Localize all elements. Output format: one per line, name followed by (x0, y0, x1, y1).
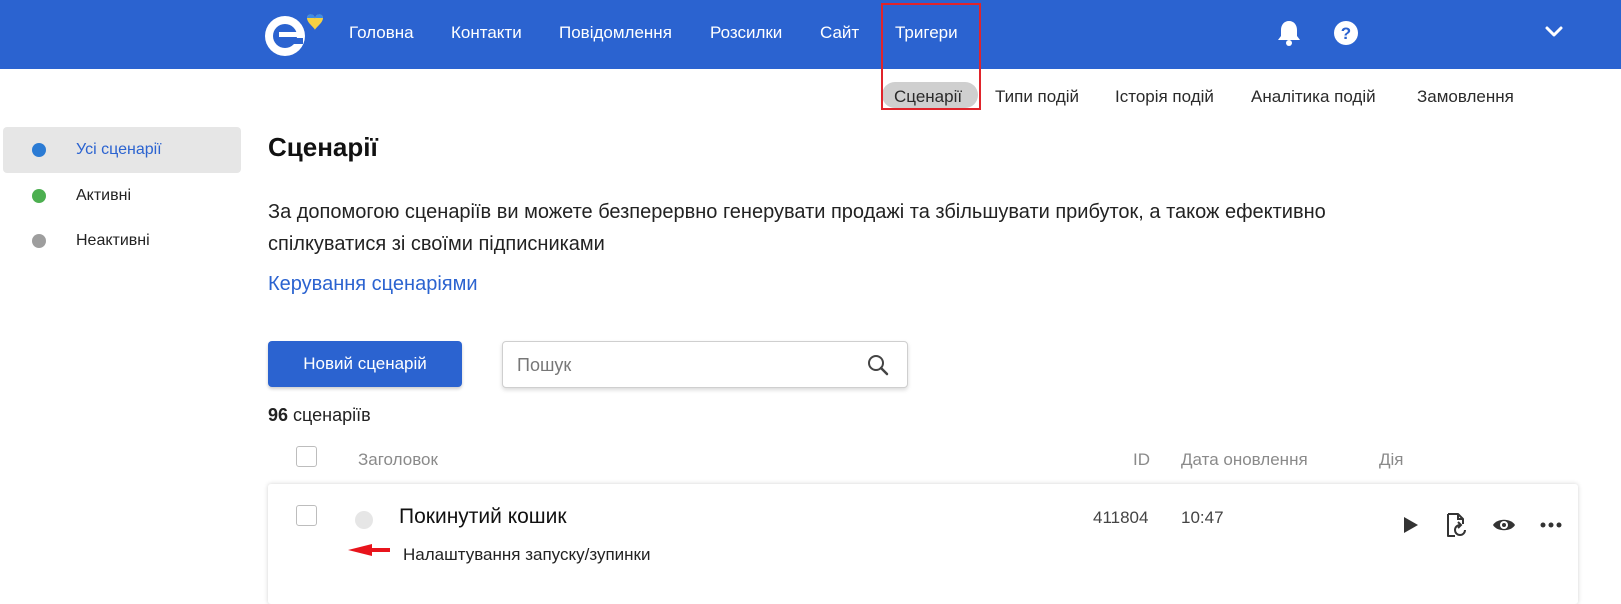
subnav-event-types[interactable]: Типи подій (995, 86, 1079, 108)
scenario-id: 411804 (1093, 508, 1149, 527)
bell-icon[interactable] (1276, 19, 1302, 47)
nav-campaigns[interactable]: Розсилки (710, 22, 782, 44)
scenario-count-number: 96 (268, 405, 289, 425)
page-description: За допомогою сценаріїв ви можете безпере… (268, 201, 1326, 255)
sidebar-item-all[interactable]: Усі сценарії (32, 139, 162, 161)
sidebar-item-inactive[interactable]: Неактивні (32, 230, 150, 252)
search-input[interactable] (517, 354, 847, 376)
column-header-id[interactable]: ID (1133, 450, 1150, 470)
nav-messages[interactable]: Повідомлення (559, 22, 672, 44)
select-all-checkbox[interactable] (296, 446, 317, 467)
eye-icon[interactable] (1491, 512, 1517, 538)
subnav-event-history[interactable]: Історія подій (1115, 86, 1214, 108)
sidebar-item-active[interactable]: Активні (32, 185, 131, 207)
help-icon[interactable]: ? (1333, 20, 1359, 46)
play-icon[interactable] (1397, 512, 1423, 538)
status-dot-icon (32, 189, 46, 203)
logo-icon[interactable] (263, 10, 329, 58)
scenario-title[interactable]: Покинутий кошик (399, 505, 567, 529)
table-row (268, 484, 1578, 604)
sidebar-item-label: Активні (76, 187, 132, 204)
new-scenario-button[interactable]: Новий сценарій (268, 341, 462, 387)
sidebar-item-label: Неактивні (76, 232, 150, 249)
red-arrow-icon (348, 544, 390, 556)
status-dot-icon (32, 143, 46, 157)
column-header-action: Дія (1379, 450, 1404, 469)
scenario-updated-date: 10:47 (1181, 508, 1224, 527)
svg-text:?: ? (1341, 24, 1351, 43)
inactive-status-icon (355, 511, 373, 529)
column-header-title[interactable]: Заголовок (358, 450, 438, 470)
nav-contacts[interactable]: Контакти (451, 22, 522, 44)
row-checkbox[interactable] (296, 505, 317, 526)
highlight-annotation (881, 3, 981, 110)
copy-document-icon[interactable] (1443, 512, 1469, 538)
chevron-down-icon[interactable] (1544, 24, 1564, 40)
status-dot-icon (32, 234, 46, 248)
subnav-orders[interactable]: Замовлення (1417, 86, 1514, 108)
more-options-icon[interactable] (1538, 512, 1564, 538)
top-navigation-bar: Головна Контакти Повідомлення Розсилки С… (0, 0, 1621, 69)
sidebar-item-label: Усі сценарії (76, 141, 162, 158)
page-title: Сценарії (268, 132, 378, 162)
subnav-event-analytics[interactable]: Аналітика подій (1251, 86, 1376, 108)
search-icon[interactable] (867, 354, 889, 376)
scenario-count: 96 сценаріїв (268, 405, 371, 426)
manage-scenarios-link[interactable]: Керування сценаріями (268, 273, 478, 296)
scenario-count-label: сценаріїв (293, 405, 371, 425)
search-box (502, 341, 908, 388)
scenario-start-stop-settings-link[interactable]: Налаштування запуску/зупинки (403, 545, 650, 565)
column-header-updated[interactable]: Дата оновлення (1181, 450, 1308, 470)
nav-home[interactable]: Головна (349, 22, 414, 44)
nav-site[interactable]: Сайт (820, 22, 859, 44)
